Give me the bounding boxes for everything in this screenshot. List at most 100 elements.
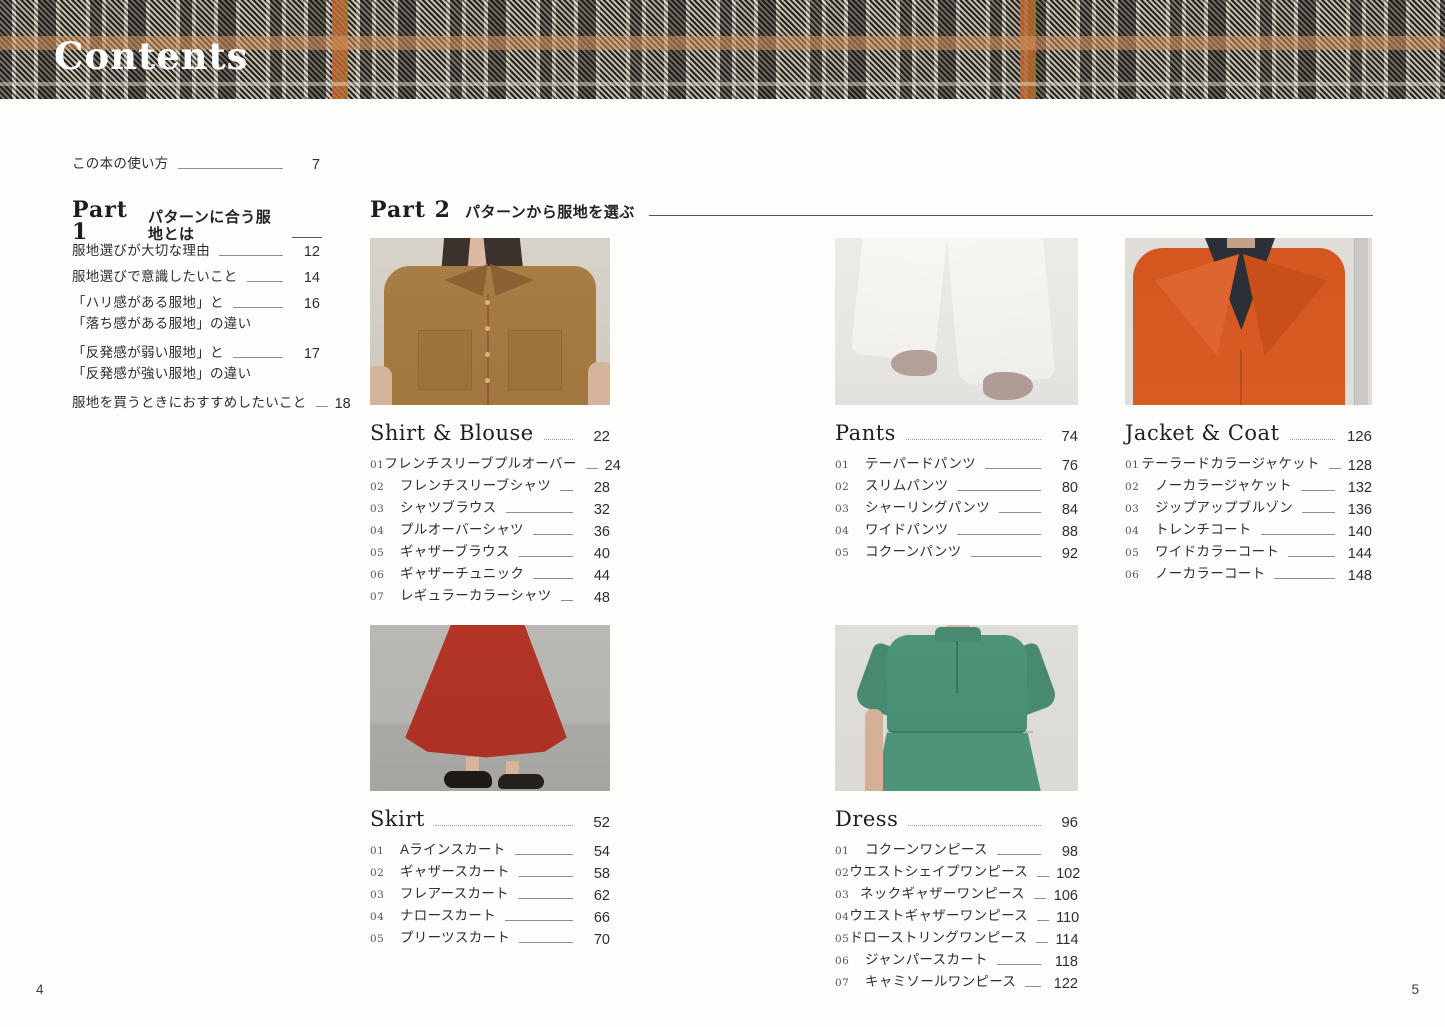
entry-label: 服地選びが大切な理由	[72, 243, 210, 260]
section-skirt: Skirt 52 01Aラインスカート54 02ギャザースカート58 03フレア…	[370, 625, 610, 947]
toc-entry: 「反発感が弱い服地」と 17 「反発感が強い服地」の違い	[72, 345, 320, 383]
part2-subtitle: パターンから服地を選ぶ	[465, 205, 635, 222]
folio-right: 5	[1411, 982, 1419, 997]
leader-line	[435, 825, 573, 826]
rule-line	[292, 237, 322, 238]
section-header: Pants 74	[835, 418, 1078, 444]
photo-dress	[835, 625, 1078, 791]
entry-label: 「ハリ感がある服地」と	[72, 295, 224, 312]
page-title: Contents	[54, 38, 248, 75]
entry-label: 服地選びで意識したいこと	[72, 269, 238, 286]
toc-entry: 04ナロースカート66	[370, 903, 610, 925]
part1-subtitle: パターンに合う服地とは	[148, 210, 278, 243]
folio-left: 4	[36, 982, 44, 997]
toc-entry: 06ギャザーチュニック44	[370, 561, 610, 583]
toc-entry: 03フレアースカート62	[370, 881, 610, 903]
toc-entry: 05ギャザーブラウス40	[370, 539, 610, 561]
toc-entry: 07レギュラーカラーシャツ48	[370, 583, 610, 605]
leader-line	[247, 281, 283, 282]
photo-skirt	[370, 625, 610, 791]
section-header: Jacket & Coat 126	[1125, 418, 1372, 444]
section-toc-list: 01フレンチスリーブプルオーバー24 02フレンチスリーブシャツ28 03シャツ…	[370, 451, 610, 605]
toc-entry: 01Aラインスカート54	[370, 837, 610, 859]
toc-entry: 06ジャンパースカート118	[835, 947, 1078, 969]
section-toc-list: 01コクーンワンピース98 02ウエストシェイプワンピース102 03ネックギャ…	[835, 837, 1078, 991]
section-toc-list: 01テーパードパンツ76 02スリムパンツ80 03シャーリングパンツ84 04…	[835, 451, 1078, 561]
leader-line	[233, 357, 283, 358]
toc-entry: 01コクーンワンピース98	[835, 837, 1078, 859]
section-title: Skirt	[370, 809, 425, 830]
page-ref: 74	[1048, 429, 1078, 444]
section-jacket-coat: Jacket & Coat 126 01テーラードカラージャケット128 02ノ…	[1125, 238, 1372, 583]
section-title: Pants	[835, 423, 896, 444]
part2-name: Part 2	[370, 199, 451, 221]
toc-entry: 02フレンチスリーブシャツ28	[370, 473, 610, 495]
toc-entry: 01テーラードカラージャケット128	[1125, 451, 1372, 473]
section-title: Shirt & Blouse	[370, 423, 534, 444]
page-ref: 7	[290, 158, 320, 173]
page-ref: 96	[1048, 815, 1078, 830]
entry-label-line2: 「反発感が強い服地」の違い	[72, 366, 251, 381]
toc-entry: 05プリーツスカート70	[370, 925, 610, 947]
entry-label: 「反発感が弱い服地」と	[72, 345, 224, 362]
leader-line	[908, 825, 1041, 826]
toc-entry: 「ハリ感がある服地」と 16 「落ち感がある服地」の違い	[72, 295, 320, 333]
page-ref: 16	[290, 297, 320, 312]
section-header: Dress 96	[835, 804, 1078, 830]
toc-entry: 03シャーリングパンツ84	[835, 495, 1078, 517]
contents-page: Contents この本の使い方 7 Part 1 パターンに合う服地とは 服地…	[0, 0, 1445, 1027]
rule-line	[649, 215, 1373, 216]
toc-entry: 03ジップアップブルゾン136	[1125, 495, 1372, 517]
toc-entry: 02ウエストシェイプワンピース102	[835, 859, 1078, 881]
part1-heading: Part 1 パターンに合う服地とは	[72, 199, 322, 243]
part1-name: Part 1	[72, 199, 134, 243]
section-toc-list: 01Aラインスカート54 02ギャザースカート58 03フレアースカート62 0…	[370, 837, 610, 947]
toc-entry: 05ドローストリングワンピース114	[835, 925, 1078, 947]
leader-line	[544, 439, 573, 440]
toc-entry: 05コクーンパンツ92	[835, 539, 1078, 561]
page-ref: 126	[1342, 429, 1372, 444]
plaid-fabric-banner: Contents	[0, 0, 1445, 99]
toc-entry: 服地を買うときにおすすめしたいこと 18	[72, 395, 320, 412]
page-ref: 18	[335, 397, 351, 412]
toc-entry: 02ノーカラージャケット132	[1125, 473, 1372, 495]
toc-entry: 03ネックギャザーワンピース106	[835, 881, 1078, 903]
leader-line	[1290, 439, 1335, 440]
section-header: Shirt & Blouse 22	[370, 418, 610, 444]
leader-line	[178, 168, 283, 169]
toc-entry: 05ワイドカラーコート144	[1125, 539, 1372, 561]
toc-entry: 04トレンチコート140	[1125, 517, 1372, 539]
leader-line	[316, 406, 328, 407]
toc-entry: 03シャツブラウス32	[370, 495, 610, 517]
page-ref: 52	[580, 815, 610, 830]
toc-entry: 04ウエストギャザーワンピース110	[835, 903, 1078, 925]
section-title: Dress	[835, 809, 898, 830]
section-pants: Pants 74 01テーパードパンツ76 02スリムパンツ80 03シャーリン…	[835, 238, 1078, 561]
page-ref: 14	[290, 271, 320, 286]
toc-entry: 01フレンチスリーブプルオーバー24	[370, 451, 610, 473]
page-ref: 17	[290, 347, 320, 362]
section-shirt-blouse: Shirt & Blouse 22 01フレンチスリーブプルオーバー24 02フ…	[370, 238, 610, 605]
part2-heading: Part 2 パターンから服地を選ぶ	[370, 199, 1373, 221]
leader-line	[219, 255, 283, 256]
entry-label: 服地を買うときにおすすめしたいこと	[72, 395, 307, 412]
page-ref: 22	[580, 429, 610, 444]
entry-label-line2: 「落ち感がある服地」の違い	[72, 316, 251, 331]
page-ref: 12	[290, 245, 320, 260]
section-title: Jacket & Coat	[1125, 423, 1280, 444]
toc-entry: 02ギャザースカート58	[370, 859, 610, 881]
toc-entry: 02スリムパンツ80	[835, 473, 1078, 495]
toc-entry: 服地選びで意識したいこと 14	[72, 269, 320, 286]
leader-line	[233, 307, 283, 308]
section-header: Skirt 52	[370, 804, 610, 830]
photo-jacket-coat	[1125, 238, 1372, 405]
toc-entry: 07キャミソールワンピース122	[835, 969, 1078, 991]
toc-entry: 06ノーカラーコート148	[1125, 561, 1372, 583]
section-toc-list: 01テーラードカラージャケット128 02ノーカラージャケット132 03ジップ…	[1125, 451, 1372, 583]
part1-toc-list: 服地選びが大切な理由 12 服地選びで意識したいこと 14 「ハリ感がある服地」…	[72, 243, 320, 420]
toc-entry: 04ワイドパンツ88	[835, 517, 1078, 539]
toc-entry: 服地選びが大切な理由 12	[72, 243, 320, 260]
section-dress: Dress 96 01コクーンワンピース98 02ウエストシェイプワンピース10…	[835, 625, 1078, 991]
intro-entry: この本の使い方 7	[72, 156, 320, 173]
leader-line	[906, 439, 1041, 440]
